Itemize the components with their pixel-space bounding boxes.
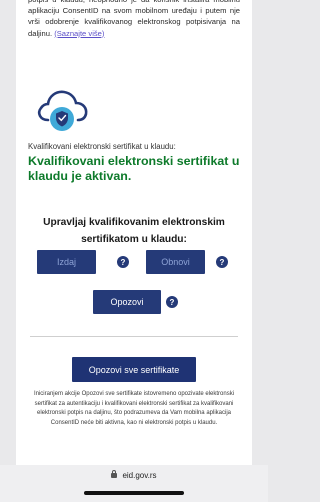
lock-icon (111, 470, 118, 479)
revoke-button[interactable]: Opozovi (93, 290, 161, 314)
cloud-shield-icon (37, 90, 88, 131)
address-bar[interactable]: eid.gov.rs (0, 470, 268, 480)
home-indicator[interactable] (84, 491, 184, 495)
renew-help-icon[interactable]: ? (216, 256, 228, 268)
revoke-all-info: Iniciranjem akcije Opozovi sve sertifika… (33, 391, 235, 426)
manage-heading: Upravljaj kvalifikovanim elektronskim se… (43, 217, 225, 245)
issue-button[interactable]: Izdaj (37, 250, 96, 274)
intro-paragraph: potpis u klaudu, neophodno je da korisni… (28, 0, 240, 39)
revoke-help-icon[interactable]: ? (166, 296, 178, 308)
renew-button[interactable]: Obnovi (146, 250, 205, 274)
issue-help-icon[interactable]: ? (117, 256, 129, 268)
learn-more-link[interactable]: (Saznajte više) (54, 29, 104, 38)
certificate-status: Kvalifikovani elektronski sertifikat u k… (28, 154, 240, 183)
url-text: eid.gov.rs (122, 471, 157, 480)
certificate-label: Kvalifikovani elektronski sertifikat u k… (28, 142, 176, 151)
revoke-all-button[interactable]: Opozovi sve sertifikate (72, 357, 196, 382)
content-card: potpis u klaudu, neophodno je da korisni… (16, 0, 252, 465)
divider (30, 336, 238, 337)
